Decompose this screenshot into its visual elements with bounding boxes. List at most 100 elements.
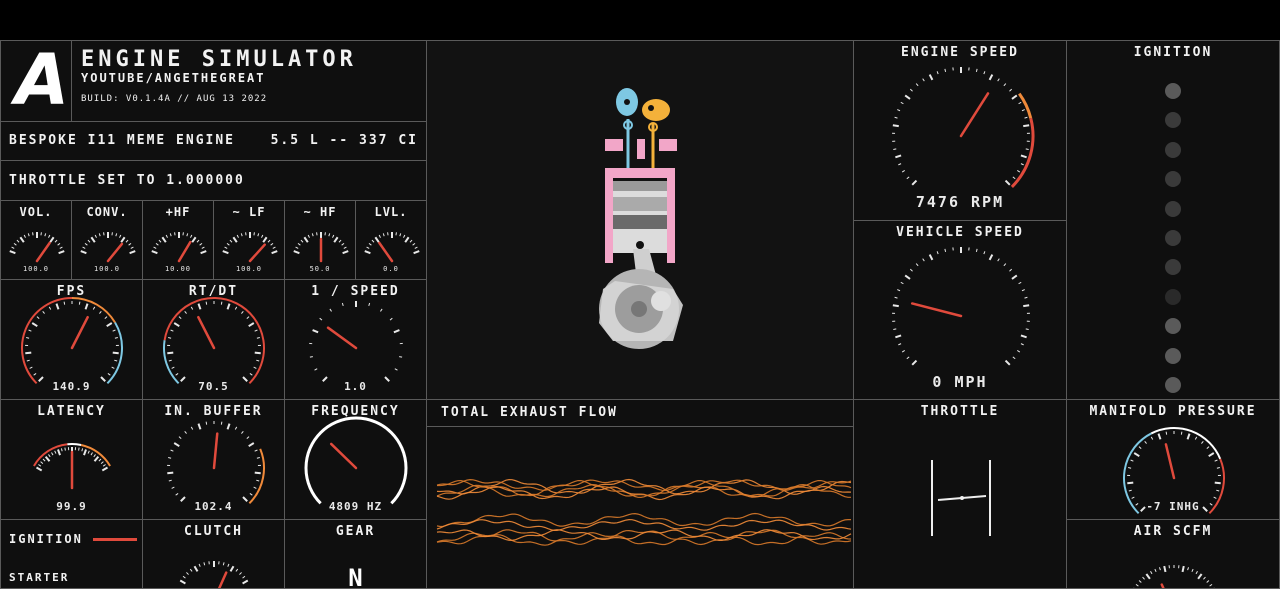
gauge-tick bbox=[1209, 453, 1214, 456]
gauge-tick bbox=[168, 458, 171, 459]
gauge-tick bbox=[1207, 447, 1209, 449]
gauge-tick bbox=[415, 247, 418, 248]
gauge-tick bbox=[200, 243, 202, 245]
gauge-tick bbox=[312, 233, 313, 236]
gauge-tick bbox=[895, 117, 898, 118]
gauge-tick bbox=[52, 452, 54, 455]
engine-displacement: 5.5 L -- 337 CI bbox=[271, 133, 418, 148]
engine-speed-value: 7476 RPM bbox=[854, 193, 1066, 211]
fps-value: 140.9 bbox=[1, 380, 142, 393]
ignition-indicator[interactable] bbox=[93, 538, 137, 541]
gauge-tick bbox=[916, 84, 918, 86]
gauge-tick bbox=[237, 235, 238, 238]
ignition-dot bbox=[1165, 201, 1181, 217]
gauge-tick bbox=[95, 235, 96, 238]
gauge-tick bbox=[235, 307, 236, 310]
gauge-tick bbox=[45, 233, 46, 236]
gauge-tick bbox=[1188, 567, 1189, 570]
audio-gauge-6: LVL.0.0 bbox=[355, 200, 427, 280]
gauge-tick bbox=[198, 424, 200, 430]
gauge-tick bbox=[174, 323, 179, 326]
gauge-needle bbox=[108, 244, 122, 261]
gauge-tick bbox=[1146, 574, 1150, 579]
gauge-tick bbox=[263, 237, 266, 242]
speed-gauge-panel: 1 / SPEED 1.0 bbox=[284, 279, 427, 400]
cylinder-wall-right bbox=[667, 178, 675, 263]
gauge-tick bbox=[399, 357, 402, 358]
gauge-tick bbox=[88, 451, 89, 454]
gauge-needle bbox=[379, 243, 392, 261]
gauge-tick bbox=[107, 323, 112, 326]
gauge-tick bbox=[907, 357, 909, 359]
gauge-tick bbox=[916, 264, 918, 266]
clutch-gauge bbox=[143, 520, 285, 589]
gauge-tick bbox=[131, 247, 134, 248]
gauge-tick bbox=[103, 464, 105, 466]
starter-control-label: STARTER bbox=[9, 571, 69, 584]
gauge-tick bbox=[257, 458, 260, 459]
gauge-tick bbox=[1188, 434, 1190, 440]
gauge-needle bbox=[250, 245, 265, 261]
gauge-tick bbox=[225, 247, 228, 248]
gauge-tick bbox=[1195, 437, 1196, 440]
gauge-tick bbox=[1021, 155, 1027, 157]
gauge-tick bbox=[375, 237, 378, 242]
gauge-tick bbox=[912, 181, 916, 185]
exhaust-flow-trace bbox=[437, 533, 851, 546]
ignition-dot bbox=[1165, 171, 1181, 187]
gauge-tick bbox=[46, 457, 50, 462]
gauge-needle bbox=[1162, 585, 1174, 589]
gauge-tick bbox=[176, 373, 178, 375]
gauge-tick bbox=[37, 317, 39, 319]
gauge-tick bbox=[1021, 164, 1024, 165]
gauge-tick bbox=[255, 330, 258, 331]
gauge-tick bbox=[271, 243, 273, 245]
gauge-tick bbox=[272, 251, 278, 253]
gauge-tick bbox=[390, 318, 392, 320]
gauge-tick bbox=[197, 240, 199, 242]
gauge-needle bbox=[1166, 444, 1174, 478]
gauge-tick bbox=[893, 329, 896, 330]
gauge-tick bbox=[228, 424, 230, 430]
gauge-tick bbox=[895, 155, 901, 157]
gauge-tick bbox=[102, 468, 107, 471]
gauge-tick bbox=[1216, 490, 1219, 491]
gauge-tick bbox=[185, 431, 187, 433]
gauge-tick bbox=[85, 243, 87, 245]
gauge-tick bbox=[114, 360, 117, 361]
gauge-needle bbox=[912, 303, 961, 316]
gauge-tick bbox=[1129, 490, 1132, 491]
gauge-tick bbox=[243, 576, 245, 578]
air-scfm-gauge bbox=[1067, 520, 1280, 589]
gauge-tick bbox=[119, 235, 120, 238]
gauge-tick bbox=[171, 450, 174, 451]
gauge-tick bbox=[1025, 297, 1028, 298]
gauge-needle bbox=[214, 573, 226, 589]
gauge-tick bbox=[186, 572, 188, 574]
cylinder-head bbox=[605, 139, 623, 151]
gauge-tick bbox=[1021, 344, 1024, 345]
gauge-tick bbox=[170, 233, 171, 236]
gauge-tick bbox=[55, 451, 56, 454]
gauge-tick bbox=[32, 323, 37, 326]
gauge-tick bbox=[1134, 453, 1139, 456]
gauge-tick bbox=[893, 149, 896, 150]
gauge-tick bbox=[34, 373, 36, 375]
gauge-tick bbox=[268, 240, 270, 242]
gauge-tick bbox=[250, 373, 252, 375]
gauge-tick bbox=[235, 427, 236, 430]
gauge-tick bbox=[334, 237, 337, 242]
gauge-tick bbox=[1026, 149, 1029, 150]
gauge-tick bbox=[28, 233, 29, 236]
gauge-tick bbox=[990, 255, 993, 260]
gauge-tick bbox=[171, 330, 174, 331]
gauge-tick bbox=[86, 304, 88, 310]
manifold-pressure-value: -7 INHG bbox=[1067, 500, 1279, 513]
engine-speed-panel: ENGINE SPEED 7476 RPM bbox=[853, 40, 1067, 221]
gauge-tick bbox=[1143, 577, 1145, 579]
gauge-tick bbox=[1215, 483, 1221, 484]
gauge-tick bbox=[273, 247, 276, 248]
gauge-tick bbox=[255, 353, 261, 354]
gauge-tick bbox=[329, 233, 330, 236]
gauge-tick bbox=[343, 251, 349, 253]
